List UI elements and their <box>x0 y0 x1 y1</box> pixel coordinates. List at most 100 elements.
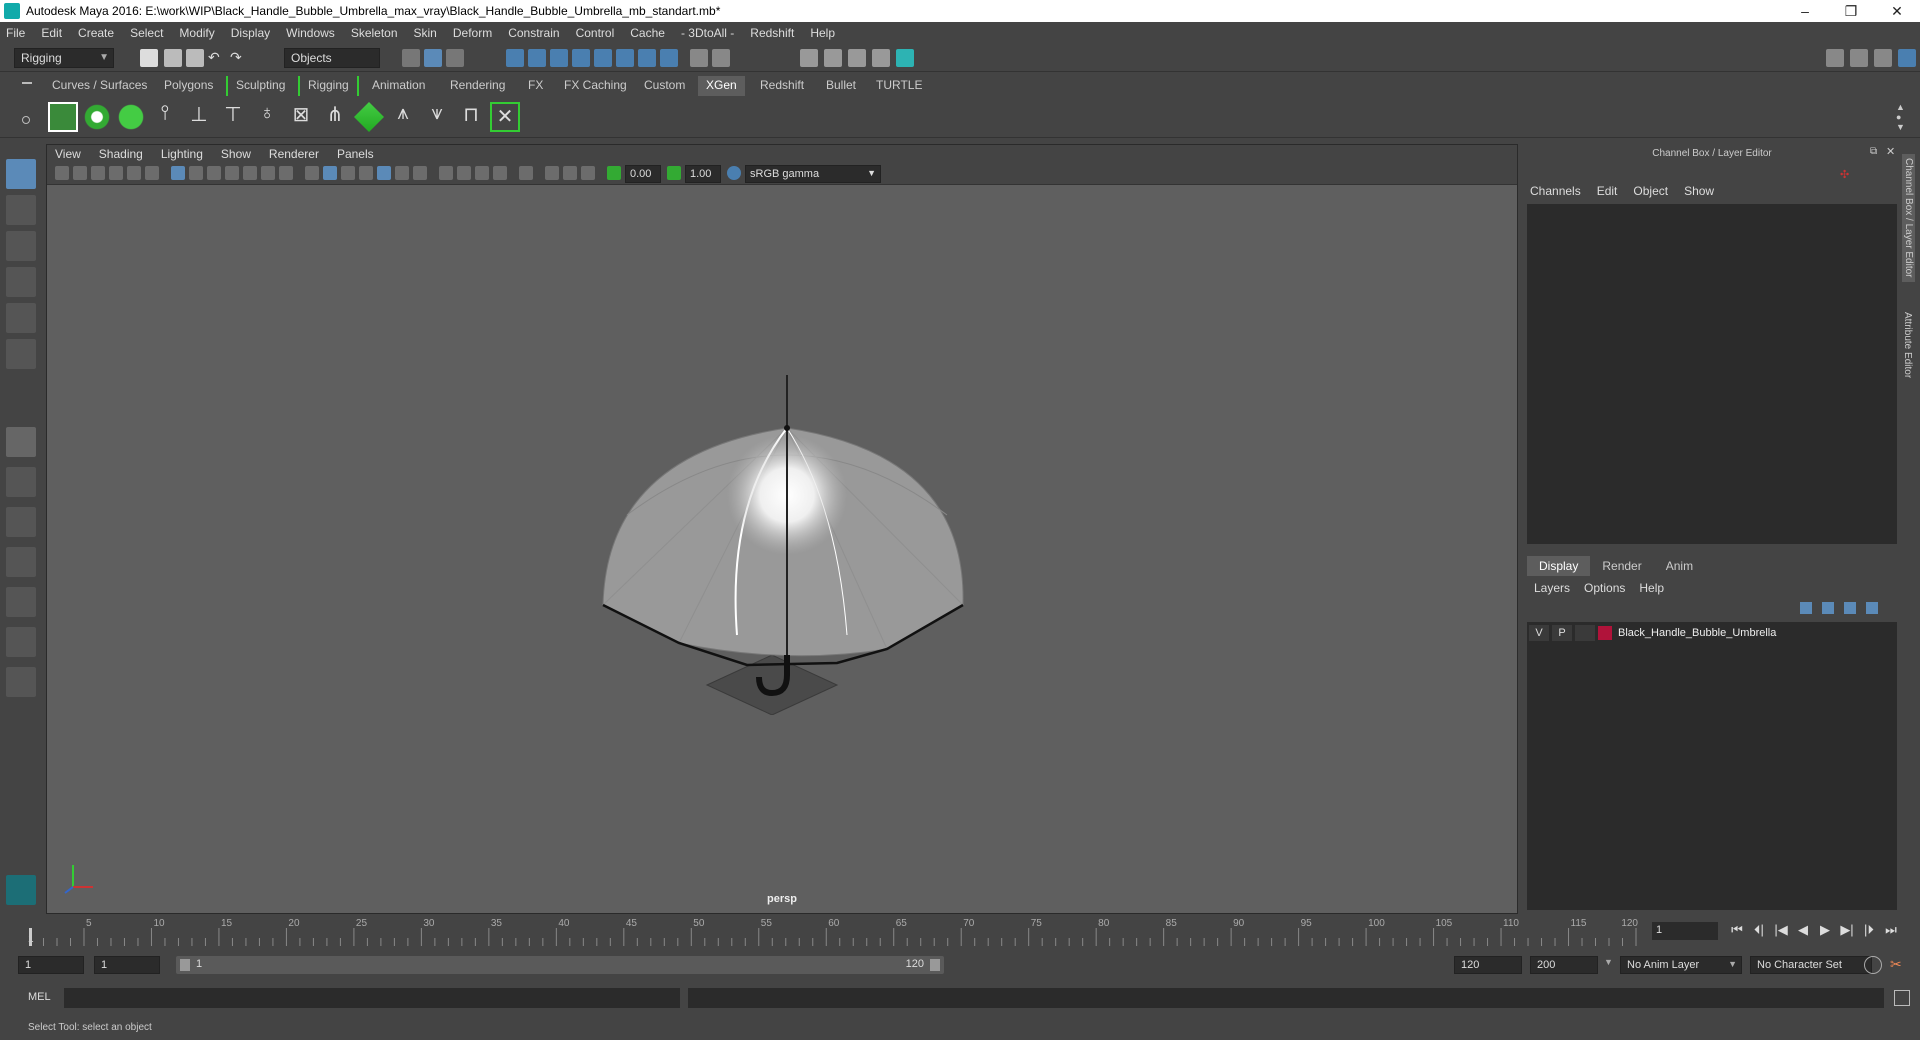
menu-windows[interactable]: Windows <box>286 26 335 40</box>
viewport-menu-lighting[interactable]: Lighting <box>161 147 203 161</box>
menu-constrain[interactable]: Constrain <box>508 26 559 40</box>
toggle-attribute-editor-icon[interactable] <box>1850 49 1868 67</box>
step-forward-key-icon[interactable]: |⏵ <box>1858 922 1880 938</box>
history-icon[interactable] <box>712 49 730 67</box>
curves-to-guides-icon[interactable]: ⩛ <box>422 102 452 132</box>
play-forwards-icon[interactable]: ▶ <box>1814 922 1836 938</box>
isolate-select-icon[interactable] <box>519 166 533 180</box>
hypershade-icon[interactable] <box>896 49 914 67</box>
safe-title-icon[interactable] <box>279 166 293 180</box>
2d-pan-zoom-icon[interactable] <box>127 166 141 180</box>
resolution-gate-icon[interactable] <box>207 166 221 180</box>
range-slider[interactable]: 1 120 <box>176 956 944 974</box>
command-language-label[interactable]: MEL <box>28 991 51 1003</box>
normalize-guides-icon[interactable]: ⊓ <box>456 102 486 132</box>
snap-help-icon[interactable] <box>660 49 678 67</box>
depth-of-field-icon[interactable] <box>493 166 507 180</box>
toggle-tool-settings-icon[interactable] <box>1874 49 1892 67</box>
viewport-menu-renderer[interactable]: Renderer <box>269 147 319 161</box>
safe-action-icon[interactable] <box>261 166 275 180</box>
shelf-gear-icon[interactable] <box>22 116 30 124</box>
single-perspective-layout-icon[interactable] <box>6 427 36 457</box>
viewport-menu-shading[interactable]: Shading <box>99 147 143 161</box>
play-backwards-icon[interactable]: ◀ <box>1792 922 1814 938</box>
close-button[interactable]: ✕ <box>1874 3 1920 20</box>
xgen-editor-icon[interactable] <box>48 102 78 132</box>
persp-uv-layout-icon[interactable] <box>6 627 36 657</box>
layout-options-icon[interactable] <box>6 667 36 697</box>
tab-animation[interactable]: Animation <box>364 76 433 96</box>
menu-display[interactable]: Display <box>231 26 270 40</box>
ipr-render-icon[interactable] <box>848 49 866 67</box>
viewport-menu-view[interactable]: View <box>55 147 81 161</box>
command-input[interactable] <box>64 988 680 1008</box>
add-guide-icon[interactable]: ⊥ <box>184 102 214 132</box>
playback-end-field[interactable]: 120 <box>1454 956 1522 974</box>
channel-menu-channels[interactable]: Channels <box>1530 184 1581 202</box>
animation-preferences-icon[interactable]: ✂ <box>1890 956 1908 974</box>
bookmark-icon[interactable] <box>91 166 105 180</box>
playback-start-field[interactable]: 1 <box>94 956 160 974</box>
tab-rendering[interactable]: Rendering <box>442 76 513 96</box>
select-by-component-icon[interactable] <box>446 49 464 67</box>
shelf-menu-icon[interactable] <box>22 82 32 84</box>
current-time-indicator[interactable] <box>29 928 32 946</box>
exposure-icon[interactable] <box>607 166 621 180</box>
tab-redshift[interactable]: Redshift <box>752 76 812 96</box>
layer-menu-help[interactable]: Help <box>1639 581 1664 595</box>
anti-aliasing-icon[interactable] <box>475 166 489 180</box>
tab-sculpting[interactable]: Sculpting <box>226 76 293 96</box>
menu-3dtoall[interactable]: - 3DtoAll - <box>681 26 734 40</box>
go-to-start-icon[interactable]: ⏮ <box>1726 922 1748 938</box>
film-gate-icon[interactable] <box>189 166 203 180</box>
xgen-preview-icon[interactable] <box>82 102 112 132</box>
tab-display[interactable]: Display <box>1527 556 1591 576</box>
move-tool-icon[interactable] <box>6 267 36 297</box>
snap-point-icon[interactable] <box>550 49 568 67</box>
tab-turtle[interactable]: TURTLE <box>868 76 930 96</box>
step-forward-frame-icon[interactable]: ▶| <box>1836 922 1858 938</box>
rebuild-icon[interactable] <box>354 102 384 132</box>
layer-playback-toggle[interactable]: P <box>1552 625 1572 641</box>
motion-blur-icon[interactable] <box>457 166 471 180</box>
minimize-button[interactable]: – <box>1782 3 1828 20</box>
umbrella-model[interactable] <box>587 355 987 715</box>
toggle-channel-box-icon[interactable] <box>1898 49 1916 67</box>
restore-button[interactable]: ❐ <box>1828 3 1874 20</box>
layer-menu-layers[interactable]: Layers <box>1534 581 1570 595</box>
step-back-key-icon[interactable]: ⏴| <box>1748 922 1770 938</box>
snap-view-plane-icon[interactable] <box>572 49 590 67</box>
menu-skeleton[interactable]: Skeleton <box>351 26 398 40</box>
viewport-panel[interactable]: View Shading Lighting Show Renderer Pane… <box>46 144 1518 914</box>
menu-redshift[interactable]: Redshift <box>750 26 794 40</box>
render-frame-icon[interactable] <box>824 49 842 67</box>
character-set-dropdown[interactable]: No Character Set <box>1750 956 1872 974</box>
toggle-modeling-toolkit-icon[interactable] <box>1826 49 1844 67</box>
sculpt-guide-icon[interactable]: ⊤ <box>218 102 248 132</box>
image-plane-icon[interactable] <box>109 166 123 180</box>
move-layer-down-icon[interactable] <box>1822 602 1834 614</box>
channel-menu-object[interactable]: Object <box>1633 184 1668 202</box>
anim-layer-dropdown[interactable]: No Anim Layer ▼ <box>1620 956 1742 974</box>
snap-bake-icon[interactable] <box>638 49 656 67</box>
field-chart-icon[interactable] <box>243 166 257 180</box>
snap-projected-icon[interactable] <box>616 49 634 67</box>
wireframe-on-shaded-icon[interactable] <box>359 166 373 180</box>
channel-menu-edit[interactable]: Edit <box>1597 184 1618 202</box>
smooth-shade-icon[interactable] <box>323 166 337 180</box>
script-editor-icon[interactable] <box>1894 990 1910 1006</box>
animation-end-field[interactable]: 200 <box>1530 956 1598 974</box>
tab-fx[interactable]: FX <box>520 76 551 96</box>
render-view-icon[interactable] <box>800 49 818 67</box>
select-tool-icon[interactable] <box>6 159 36 189</box>
menu-cache[interactable]: Cache <box>630 26 665 40</box>
layer-display-type-toggle[interactable] <box>1575 625 1595 641</box>
manipulator-icon[interactable]: ✣ <box>1840 168 1854 182</box>
go-to-end-icon[interactable]: ⏭ <box>1880 922 1902 938</box>
grease-pencil-icon[interactable] <box>145 166 159 180</box>
layer-row[interactable]: V P Black_Handle_Bubble_Umbrella <box>1529 624 1895 642</box>
time-slider-track[interactable]: 1510152025303540455055606570758085909510… <box>24 916 1644 946</box>
persp-hypershade-layout-icon[interactable] <box>6 587 36 617</box>
float-panel-icon[interactable]: ⧉ <box>1870 146 1877 157</box>
select-by-hierarchy-icon[interactable] <box>402 49 420 67</box>
